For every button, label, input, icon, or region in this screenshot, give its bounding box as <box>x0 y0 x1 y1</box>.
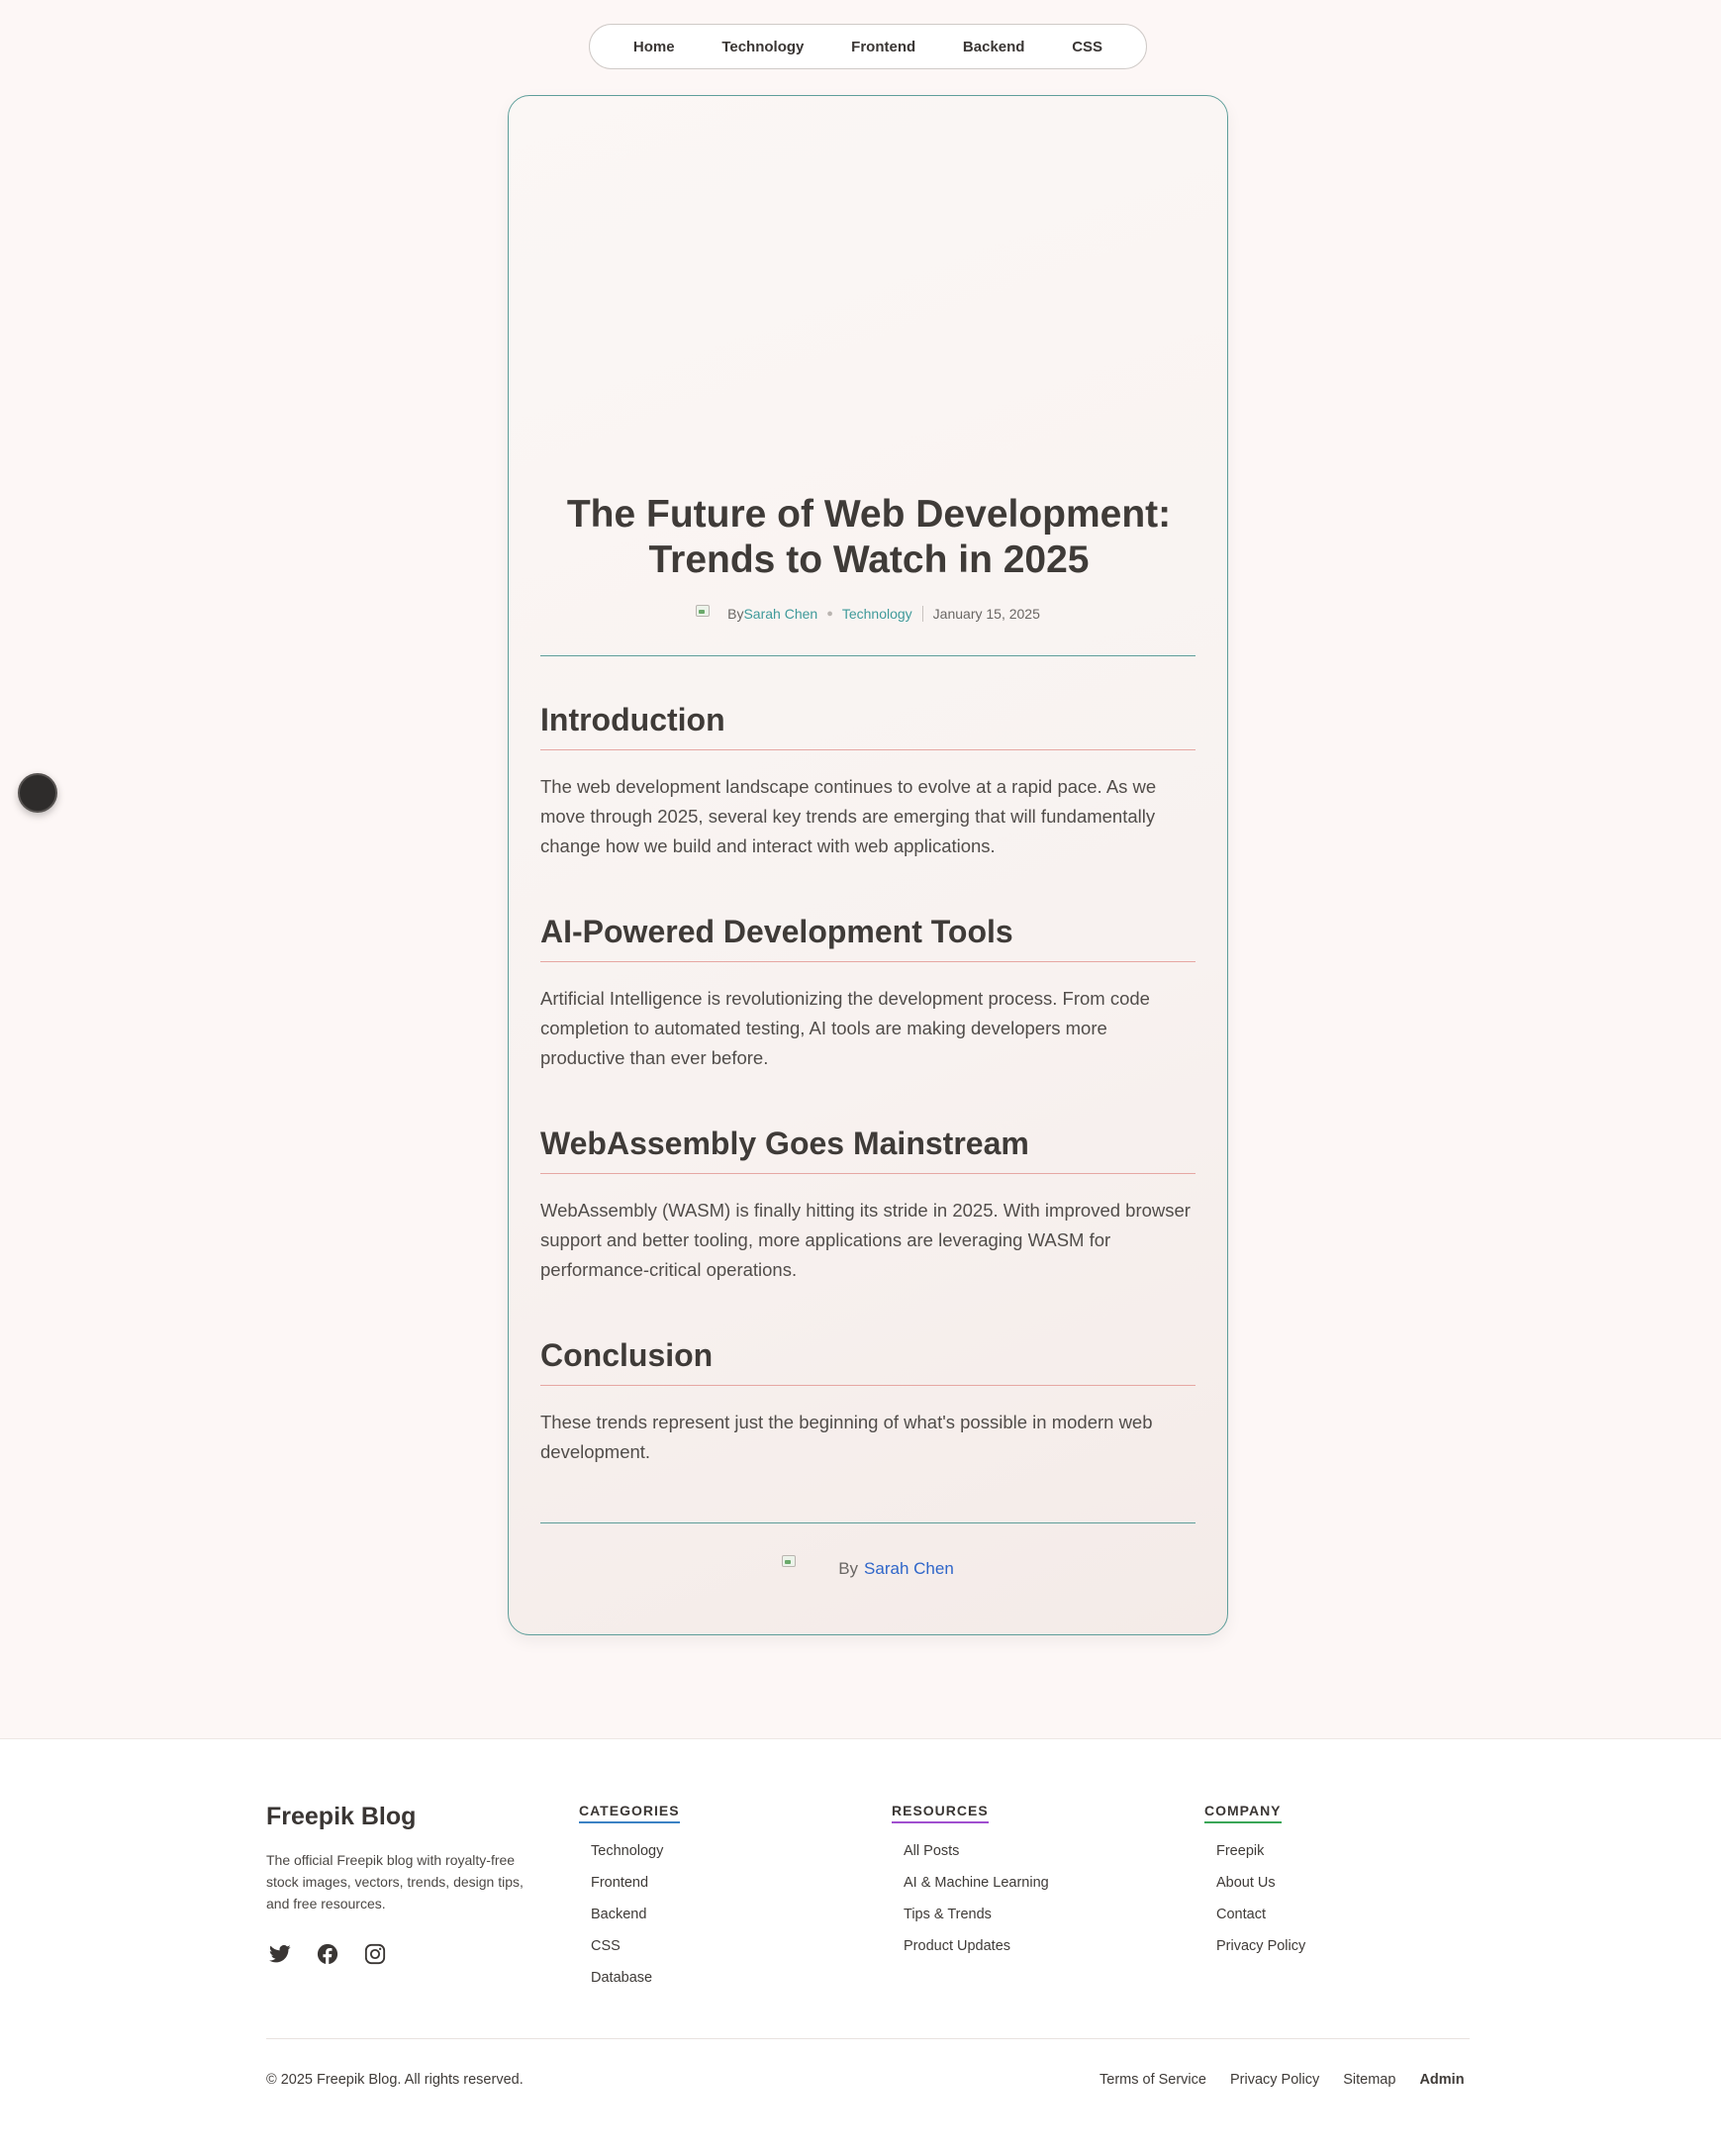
meta-divider <box>921 606 923 622</box>
footer-resources: RESOURCES All Posts AI & Machine Learnin… <box>892 1803 1049 1962</box>
facebook-icon[interactable] <box>314 1940 341 1968</box>
footer-link[interactable]: Frontend <box>579 1867 680 1899</box>
dot-separator: ● <box>826 608 833 620</box>
footer-brand-description: The official Freepik blog with royalty-f… <box>266 1852 524 1911</box>
article-meta: By Sarah Chen ● Technology January 15, 2… <box>509 605 1227 623</box>
section-introduction: Introduction The web development landsca… <box>540 700 1195 861</box>
section-ai-tools: AI-Powered Development Tools Artificial … <box>540 912 1195 1073</box>
sitemap-link[interactable]: Sitemap <box>1343 2072 1395 2088</box>
admin-link[interactable]: Admin <box>1419 2072 1464 2088</box>
footer-copyright: © 2025 Freepik Blog. All rights reserved… <box>266 2072 524 2088</box>
footer-link[interactable]: CSS <box>579 1930 680 1962</box>
privacy-link[interactable]: Privacy Policy <box>1230 2072 1319 2088</box>
terms-link[interactable]: Terms of Service <box>1100 2072 1206 2088</box>
section-heading: Conclusion <box>540 1335 1195 1386</box>
twitter-icon[interactable] <box>266 1940 294 1968</box>
meta-category-link[interactable]: Technology <box>842 606 912 622</box>
footer-link-list: All Posts AI & Machine Learning Tips & T… <box>892 1835 1049 1962</box>
section-webassembly: WebAssembly Goes Mainstream WebAssembly … <box>540 1124 1195 1285</box>
section-heading: AI-Powered Development Tools <box>540 912 1195 962</box>
meta-author-link[interactable]: Sarah Chen <box>743 606 817 622</box>
footer-link[interactable]: Backend <box>579 1899 680 1930</box>
footer-link[interactable]: Freepik <box>1204 1835 1305 1867</box>
top-nav: Home Technology Frontend Backend CSS <box>589 24 1147 69</box>
footer-link-list: Technology Frontend Backend CSS Database <box>579 1835 680 1994</box>
section-heading: Introduction <box>540 700 1195 750</box>
footer-column-heading: RESOURCES <box>892 1803 989 1823</box>
section-heading: WebAssembly Goes Mainstream <box>540 1124 1195 1174</box>
section-body: Artificial Intelligence is revolutionizi… <box>540 988 1150 1068</box>
footer-link-list: Freepik About Us Contact Privacy Policy <box>1204 1835 1305 1962</box>
byline-avatar <box>782 1555 813 1583</box>
nav-frontend[interactable]: Frontend <box>841 33 925 61</box>
article-card: The Future of Web Development: Trends to… <box>508 95 1228 1635</box>
author-avatar <box>696 605 714 623</box>
nav-technology[interactable]: Technology <box>712 33 813 61</box>
nav-backend[interactable]: Backend <box>953 33 1035 61</box>
byline-author-link[interactable]: Sarah Chen <box>864 1559 954 1579</box>
footer-column-heading: CATEGORIES <box>579 1803 680 1823</box>
nav-css[interactable]: CSS <box>1062 33 1112 61</box>
footer-link[interactable]: Product Updates <box>892 1930 1049 1962</box>
footer-link[interactable]: About Us <box>1204 1867 1305 1899</box>
footer-divider <box>266 2038 1470 2039</box>
meta-by: By <box>727 606 744 622</box>
nav-home[interactable]: Home <box>623 33 685 61</box>
footer-link[interactable]: AI & Machine Learning <box>892 1867 1049 1899</box>
footer-link[interactable]: Tips & Trends <box>892 1899 1049 1930</box>
footer-categories: CATEGORIES Technology Frontend Backend C… <box>579 1803 680 1994</box>
byline-by: By <box>838 1559 859 1578</box>
footer-link[interactable]: Contact <box>1204 1899 1305 1930</box>
footer-link[interactable]: All Posts <box>892 1835 1049 1867</box>
section-body: The web development landscape continues … <box>540 776 1157 856</box>
article-title: The Future of Web Development: Trends to… <box>566 493 1172 581</box>
instagram-icon[interactable] <box>361 1940 389 1968</box>
byline-divider <box>540 1522 1195 1523</box>
footer-column-heading: COMPANY <box>1204 1803 1282 1823</box>
section-body: WebAssembly (WASM) is finally hitting it… <box>540 1200 1191 1280</box>
site-footer: Freepik Blog The official Freepik blog w… <box>0 1738 1721 2156</box>
footer-legal-links: Terms of Service Privacy Policy Sitemap … <box>1100 2072 1465 2088</box>
social-links <box>266 1940 524 1968</box>
footer-link[interactable]: Privacy Policy <box>1204 1930 1305 1962</box>
article-byline: By Sarah Chen <box>509 1555 1227 1583</box>
section-body: These trends represent just the beginnin… <box>540 1412 1153 1462</box>
footer-brand-title: Freepik Blog <box>266 1803 417 1830</box>
header-divider <box>540 655 1195 656</box>
meta-date: January 15, 2025 <box>932 606 1040 622</box>
footer-company: COMPANY Freepik About Us Contact Privacy… <box>1204 1803 1305 1962</box>
hero-image-area <box>509 96 1227 472</box>
floating-action-button[interactable] <box>18 773 57 813</box>
footer-brand: Freepik Blog The official Freepik blog w… <box>266 1803 524 1968</box>
footer-link[interactable]: Technology <box>579 1835 680 1867</box>
section-conclusion: Conclusion These trends represent just t… <box>540 1335 1195 1467</box>
footer-link[interactable]: Database <box>579 1962 680 1994</box>
